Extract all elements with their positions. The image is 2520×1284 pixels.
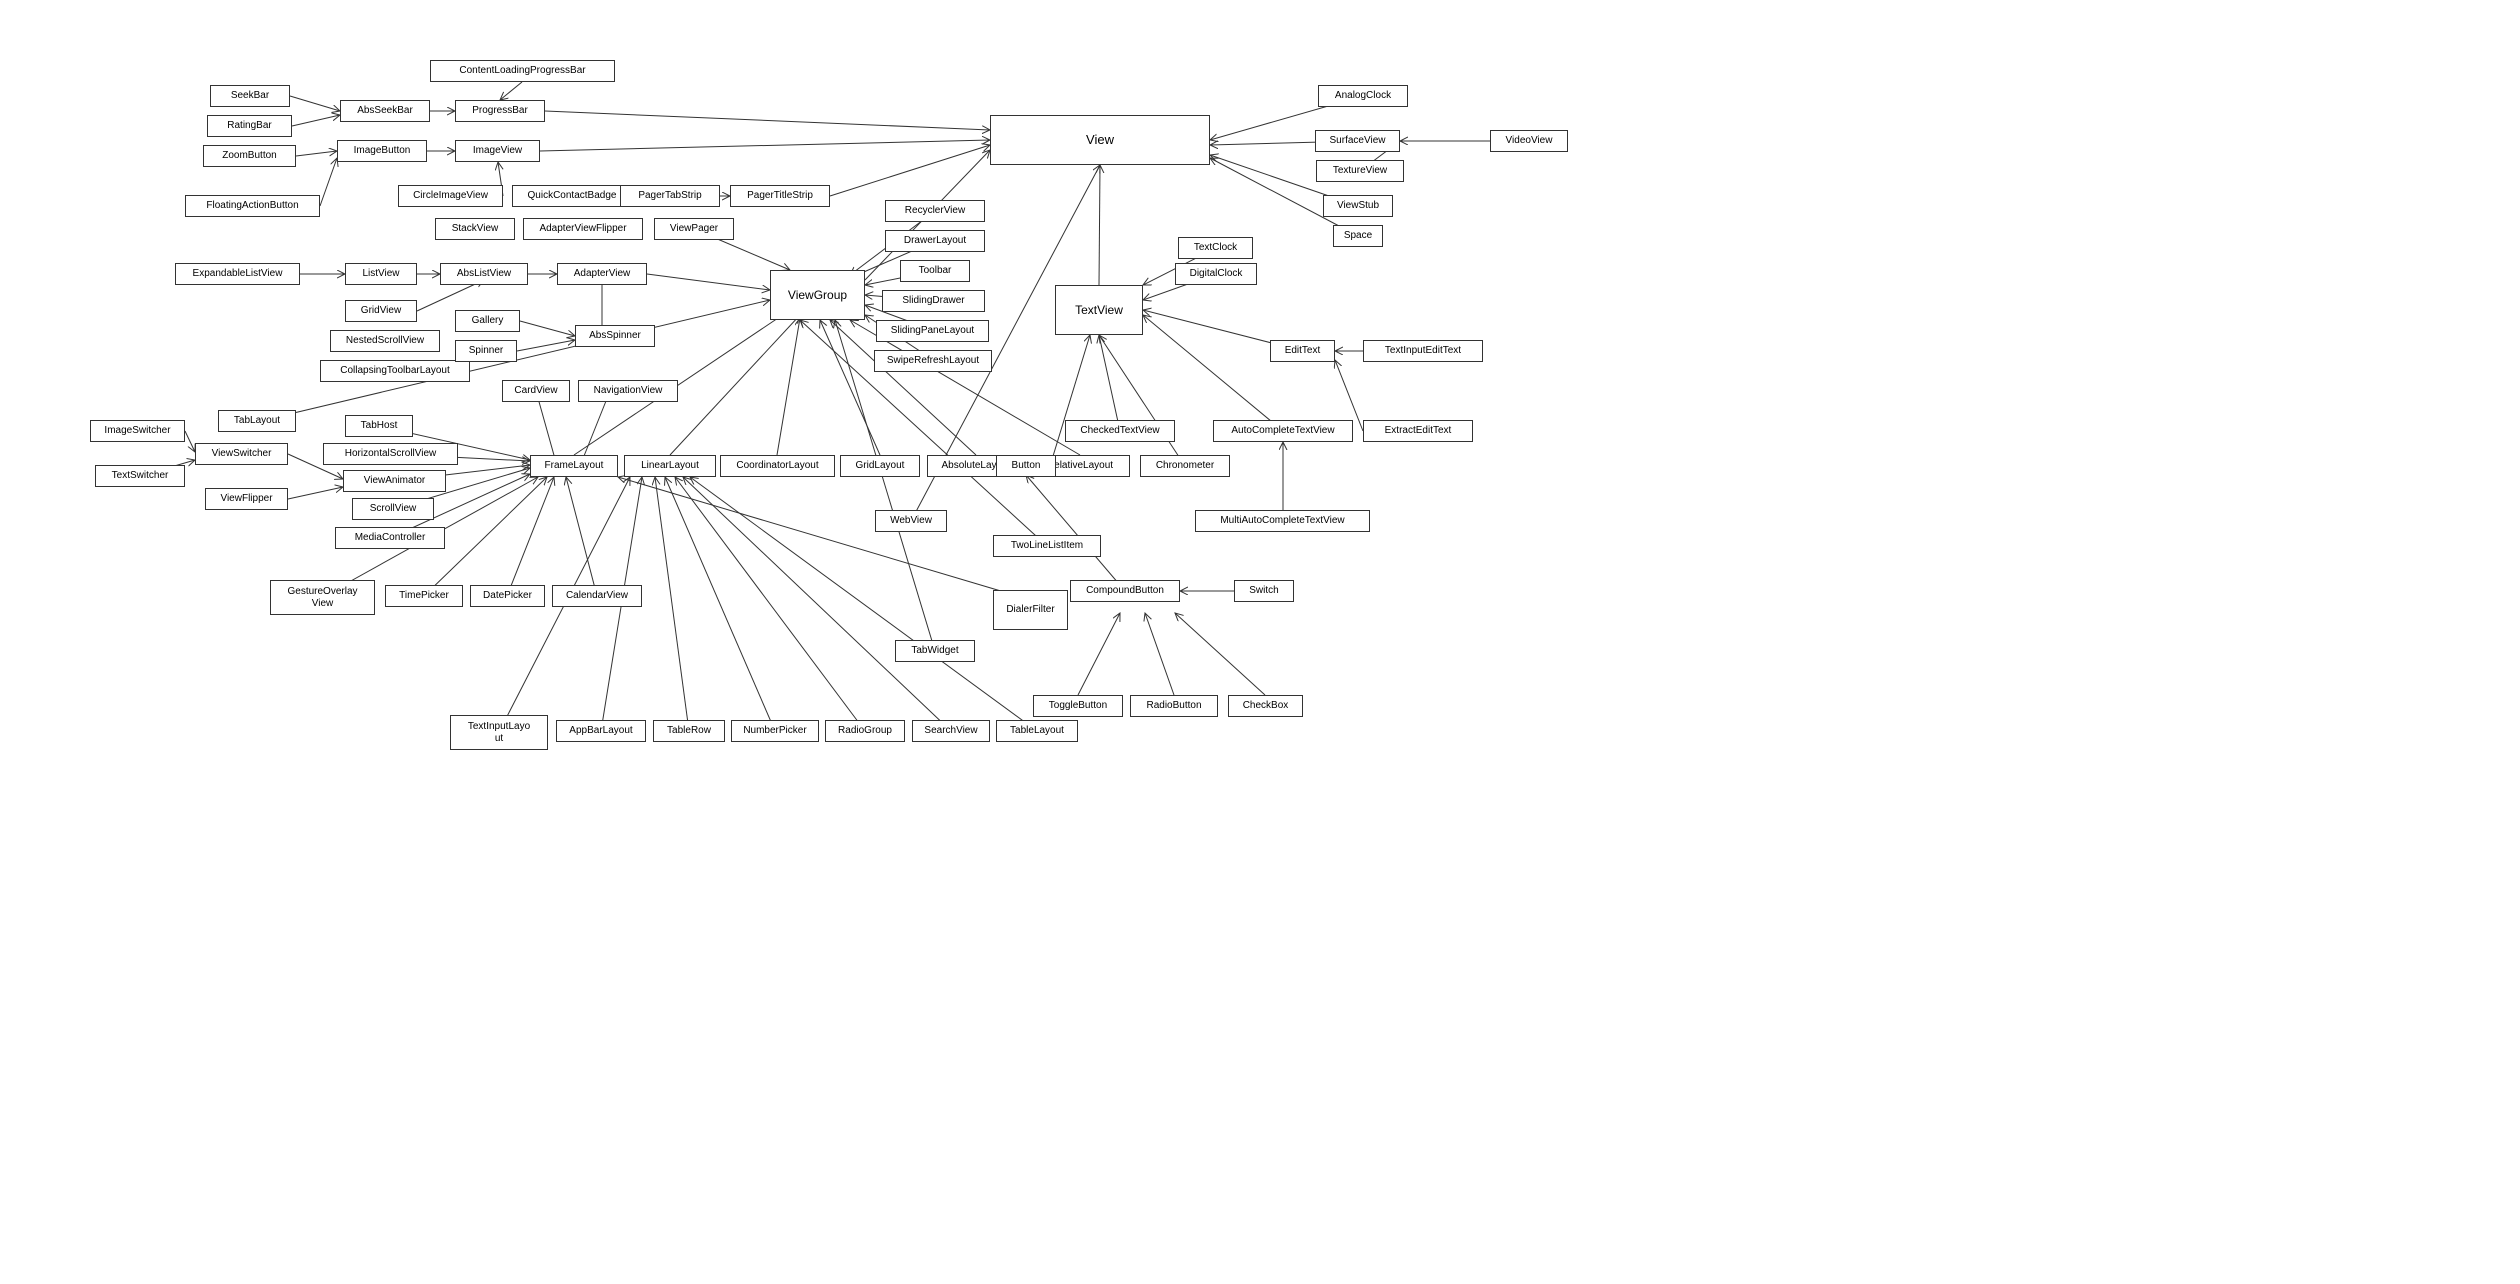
node-contentloadingprogressbar: ContentLoadingProgressBar (430, 60, 615, 82)
node-horizontalscrollview: HorizontalScrollView (323, 443, 458, 465)
node-radiobutton: RadioButton (1130, 695, 1218, 717)
node-gridview: GridView (345, 300, 417, 322)
node-viewswitcher: ViewSwitcher (195, 443, 288, 465)
node-extractedittext: ExtractEditText (1363, 420, 1473, 442)
node-viewpager: ViewPager (654, 218, 734, 240)
node-tablayout: TabLayout (218, 410, 296, 432)
node-ratingbar: RatingBar (207, 115, 292, 137)
node-tablelayout: TableLayout (996, 720, 1078, 742)
node-radiogroup: RadioGroup (825, 720, 905, 742)
node-adapterviewflipper: AdapterViewFlipper (523, 218, 643, 240)
node-circleimageview: CircleImageView (398, 185, 503, 207)
node-drawerlayout: DrawerLayout (885, 230, 985, 252)
diagram-container: SeekBar RatingBar ZoomButton FloatingAction… (0, 0, 2520, 1284)
node-quickcontactbadge: QuickContactBadge (512, 185, 632, 207)
node-appbarlayout: AppBarLayout (556, 720, 646, 742)
node-seekbar: SeekBar (210, 85, 290, 107)
node-linearlayout: LinearLayout (624, 455, 716, 477)
node-expandablelistview: ExpandableListView (175, 263, 300, 285)
node-slidingpanelayout: SlidingPaneLayout (876, 320, 989, 342)
node-twolinelistitem: TwoLineListItem (993, 535, 1101, 557)
node-gridlayout: GridLayout (840, 455, 920, 477)
node-toolbar: Toolbar (900, 260, 970, 282)
node-adapterview: AdapterView (557, 263, 647, 285)
node-viewanimator: ViewAnimator (343, 470, 446, 492)
node-analogclock: AnalogClock (1318, 85, 1408, 107)
node-cardview: CardView (502, 380, 570, 402)
node-imageview: ImageView (455, 140, 540, 162)
node-imageswitcher: ImageSwitcher (90, 420, 185, 442)
node-progressbar: ProgressBar (455, 100, 545, 122)
node-stackview: StackView (435, 218, 515, 240)
node-textinputedittext: TextInputEditText (1363, 340, 1483, 362)
node-absseekbar: AbsSeekBar (340, 100, 430, 122)
node-listview: ListView (345, 263, 417, 285)
node-swiperefreshlayout: SwipeRefreshLayout (874, 350, 992, 372)
node-datepicker: DatePicker (470, 585, 545, 607)
node-tabhost: TabHost (345, 415, 413, 437)
node-pagertitlestrip: PagerTitleStrip (730, 185, 830, 207)
node-tabwidget: TabWidget (895, 640, 975, 662)
node-absspinner: AbsSpinner (575, 325, 655, 347)
node-viewgroup: ViewGroup (770, 270, 865, 320)
node-mediacontroller: MediaController (335, 527, 445, 549)
node-videoview: VideoView (1490, 130, 1568, 152)
node-edittext: EditText (1270, 340, 1335, 362)
node-textinputlayout: TextInputLayo ut (450, 715, 548, 750)
node-imagebutton: ImageButton (337, 140, 427, 162)
node-timepicker: TimePicker (385, 585, 463, 607)
node-gallery: Gallery (455, 310, 520, 332)
node-textswitcher: TextSwitcher (95, 465, 185, 487)
node-pagertabstrip: PagerTabStrip (620, 185, 720, 207)
node-abslistview: AbsListView (440, 263, 528, 285)
node-space: Space (1333, 225, 1383, 247)
node-scrollview: ScrollView (352, 498, 434, 520)
arrows-svg (0, 0, 2520, 1284)
node-checkedtextview: CheckedTextView (1065, 420, 1175, 442)
node-togglebutton: ToggleButton (1033, 695, 1123, 717)
node-webview: WebView (875, 510, 947, 532)
node-textclock: TextClock (1178, 237, 1253, 259)
node-autocompletetextview: AutoCompleteTextView (1213, 420, 1353, 442)
node-zoombutton: ZoomButton (203, 145, 296, 167)
node-button: Button (996, 455, 1056, 477)
node-nestedscrollview: NestedScrollView (330, 330, 440, 352)
node-recyclerview: RecyclerView (885, 200, 985, 222)
node-numberpicker: NumberPicker (731, 720, 819, 742)
node-viewflipper: ViewFlipper (205, 488, 288, 510)
node-textview: TextView (1055, 285, 1143, 335)
node-searchview: SearchView (912, 720, 990, 742)
node-navigationview: NavigationView (578, 380, 678, 402)
node-checkbox: CheckBox (1228, 695, 1303, 717)
node-viewstub: ViewStub (1323, 195, 1393, 217)
node-compoundbutton: CompoundButton (1070, 580, 1180, 602)
node-coordinatorlayout: CoordinatorLayout (720, 455, 835, 477)
node-spinner: Spinner (455, 340, 517, 362)
node-collapsingtoolbarlayout: CollapsingToolbarLayout (320, 360, 470, 382)
node-multiautocompletetextview: MultiAutoCompleteTextView (1195, 510, 1370, 532)
node-digitalclock: DigitalClock (1175, 263, 1257, 285)
node-calendarview: CalendarView (552, 585, 642, 607)
node-slidingdrawer: SlidingDrawer (882, 290, 985, 312)
node-framelayout: FrameLayout (530, 455, 618, 477)
node-floatingactionbutton: FloatingActionButton (185, 195, 320, 217)
node-surfaceview: SurfaceView (1315, 130, 1400, 152)
node-view: View (990, 115, 1210, 165)
node-chronometer: Chronometer (1140, 455, 1230, 477)
node-gestureoverlayview: GestureOverlay View (270, 580, 375, 615)
node-dialerfilter: DialerFilter (993, 590, 1068, 630)
node-tablerow: TableRow (653, 720, 725, 742)
node-switch: Switch (1234, 580, 1294, 602)
node-textureview: TextureView (1316, 160, 1404, 182)
